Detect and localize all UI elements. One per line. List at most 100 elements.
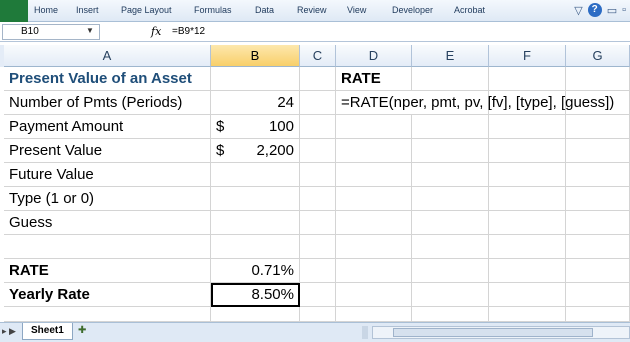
tab-acrobat[interactable]: Acrobat [454, 5, 485, 15]
tab-formulas[interactable]: Formulas [194, 5, 232, 15]
cell-a1[interactable]: Present Value of an Asset [4, 67, 211, 91]
cell-d8[interactable] [336, 235, 412, 259]
formula-input[interactable]: =B9*12 [172, 26, 205, 37]
cell-c4[interactable] [300, 139, 336, 163]
close-icon[interactable]: ▫ [622, 4, 626, 16]
insert-function-icon[interactable]: fx [151, 25, 161, 38]
column-header-f[interactable]: F [489, 45, 566, 67]
tab-split-handle[interactable] [362, 326, 368, 339]
tab-developer[interactable]: Developer [392, 5, 433, 15]
cell-d6[interactable] [336, 187, 412, 211]
cell-f3[interactable] [489, 115, 566, 139]
insert-sheet-icon[interactable]: ✚ [78, 325, 86, 336]
cell-a11[interactable] [4, 307, 211, 322]
tab-view[interactable]: View [347, 5, 366, 15]
cell-b1[interactable] [211, 67, 300, 91]
cell-g9[interactable] [566, 259, 630, 283]
sheet-nav-icon[interactable]: ▸ ▶ [2, 326, 16, 337]
cell-b6[interactable] [211, 187, 300, 211]
cell-d5[interactable] [336, 163, 412, 187]
tab-page-layout[interactable]: Page Layout [121, 5, 172, 15]
cell-e11[interactable] [412, 307, 489, 322]
column-header-a[interactable]: A [4, 45, 211, 67]
cell-d2[interactable]: =RATE(nper, pmt, pv, [fv], [type], [gues… [336, 91, 630, 115]
cell-f6[interactable] [489, 187, 566, 211]
cell-g11[interactable] [566, 307, 630, 322]
cell-d7[interactable] [336, 211, 412, 235]
cell-g5[interactable] [566, 163, 630, 187]
cell-g4[interactable] [566, 139, 630, 163]
cell-a3[interactable]: Payment Amount [4, 115, 211, 139]
tab-review[interactable]: Review [297, 5, 327, 15]
cell-d10[interactable] [336, 283, 412, 307]
cell-c10[interactable] [300, 283, 336, 307]
tab-home[interactable]: Home [34, 5, 58, 15]
cell-d9[interactable] [336, 259, 412, 283]
cell-f5[interactable] [489, 163, 566, 187]
cell-e3[interactable] [412, 115, 489, 139]
cell-b10-active[interactable]: 8.50% [211, 283, 300, 307]
cell-a5[interactable]: Future Value [4, 163, 211, 187]
cell-f11[interactable] [489, 307, 566, 322]
cell-b4[interactable]: $ 2,200 [211, 139, 300, 163]
horizontal-scrollbar[interactable] [372, 326, 630, 339]
tab-insert[interactable]: Insert [76, 5, 99, 15]
cell-f7[interactable] [489, 211, 566, 235]
cell-a8[interactable] [4, 235, 211, 259]
sheet-tab-sheet1[interactable]: Sheet1 [22, 323, 73, 340]
cell-g7[interactable] [566, 211, 630, 235]
help-icon[interactable]: ? [587, 3, 602, 17]
cell-c11[interactable] [300, 307, 336, 322]
cell-e7[interactable] [412, 211, 489, 235]
cell-c3[interactable] [300, 115, 336, 139]
cell-f10[interactable] [489, 283, 566, 307]
cell-e1[interactable] [412, 67, 489, 91]
cell-c8[interactable] [300, 235, 336, 259]
cell-a10[interactable]: Yearly Rate [4, 283, 211, 307]
cell-e8[interactable] [412, 235, 489, 259]
cell-d3[interactable] [336, 115, 412, 139]
horizontal-scroll-thumb[interactable] [393, 328, 593, 337]
cell-e4[interactable] [412, 139, 489, 163]
cell-c1[interactable] [300, 67, 336, 91]
cell-b8[interactable] [211, 235, 300, 259]
tab-data[interactable]: Data [255, 5, 274, 15]
cell-b5[interactable] [211, 163, 300, 187]
cell-e10[interactable] [412, 283, 489, 307]
cell-e5[interactable] [412, 163, 489, 187]
column-header-e[interactable]: E [412, 45, 489, 67]
cell-c7[interactable] [300, 211, 336, 235]
cell-b9[interactable]: 0.71% [211, 259, 300, 283]
minimize-icon[interactable]: ▭ [607, 4, 617, 17]
cell-d1[interactable]: RATE [336, 67, 412, 91]
cell-f1[interactable] [489, 67, 566, 91]
name-box-dropdown-icon[interactable]: ▼ [86, 26, 94, 35]
cell-c2[interactable] [300, 91, 336, 115]
cell-a4[interactable]: Present Value [4, 139, 211, 163]
cell-g1[interactable] [566, 67, 630, 91]
cell-g10[interactable] [566, 283, 630, 307]
cell-a2[interactable]: Number of Pmts (Periods) [4, 91, 211, 115]
file-tab[interactable] [0, 0, 28, 22]
cell-g6[interactable] [566, 187, 630, 211]
cell-b11[interactable] [211, 307, 300, 322]
cell-a7[interactable]: Guess [4, 211, 211, 235]
cell-d11[interactable] [336, 307, 412, 322]
cell-d4[interactable] [336, 139, 412, 163]
column-header-d[interactable]: D [336, 45, 412, 67]
cell-c5[interactable] [300, 163, 336, 187]
cell-e9[interactable] [412, 259, 489, 283]
cell-b7[interactable] [211, 211, 300, 235]
cell-g8[interactable] [566, 235, 630, 259]
cell-e6[interactable] [412, 187, 489, 211]
cell-g3[interactable] [566, 115, 630, 139]
cell-c9[interactable] [300, 259, 336, 283]
cell-a6[interactable]: Type (1 or 0) [4, 187, 211, 211]
column-header-g[interactable]: G [566, 45, 630, 67]
column-header-c[interactable]: C [300, 45, 336, 67]
cell-f8[interactable] [489, 235, 566, 259]
ribbon-collapse-icon[interactable]: ▽ [574, 4, 582, 17]
cell-f4[interactable] [489, 139, 566, 163]
cell-b2[interactable]: 24 [211, 91, 300, 115]
column-header-b[interactable]: B [211, 45, 300, 67]
